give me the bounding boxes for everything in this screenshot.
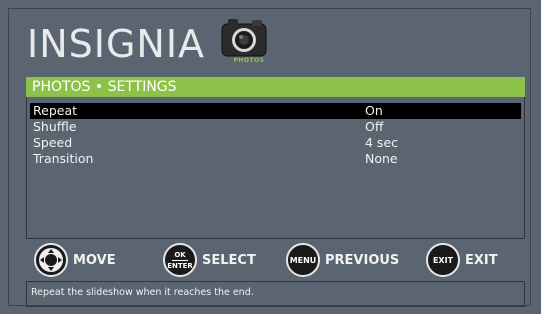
setting-label: Shuffle <box>33 119 77 134</box>
ok-enter-icon: OK ENTER <box>163 243 197 277</box>
setting-row-shuffle[interactable]: Shuffle Off <box>30 119 521 135</box>
setting-label: Repeat <box>33 103 78 118</box>
setting-label: Transition <box>33 151 94 166</box>
setting-row-speed[interactable]: Speed 4 sec <box>30 135 521 151</box>
dpad-icon <box>34 243 68 277</box>
camera-icon <box>220 14 280 74</box>
tv-menu-screen: INSIGNIA PHOTOS PHOTOS • SETTINGS Repeat… <box>0 0 541 314</box>
help-description: Repeat the slideshow when it reaches the… <box>26 281 525 307</box>
help-label: PREVIOUS <box>325 252 400 268</box>
help-previous: MENU PREVIOUS <box>286 240 399 280</box>
ok-text: OK <box>174 250 186 259</box>
setting-value: On <box>365 103 383 118</box>
menu-button-icon: MENU <box>286 243 320 277</box>
setting-value: Off <box>365 119 384 134</box>
enter-text: ENTER <box>167 261 193 270</box>
help-label: MOVE <box>73 252 116 268</box>
insignia-logo: INSIGNIA <box>27 22 206 66</box>
help-exit: EXIT EXIT <box>426 240 498 280</box>
setting-row-repeat[interactable]: Repeat On <box>30 103 521 119</box>
menu-title: PHOTOS • SETTINGS <box>26 77 525 97</box>
source-label: PHOTOS <box>233 57 265 64</box>
setting-value: 4 sec <box>365 135 399 150</box>
help-move: MOVE <box>34 240 116 280</box>
setting-value: None <box>365 151 398 166</box>
settings-list: Repeat On Shuffle Off Speed 4 sec Transi… <box>26 97 525 239</box>
button-help-bar: MOVE OK ENTER SELECT MENU PREVIOUS EXIT … <box>26 240 525 280</box>
help-label: SELECT <box>202 252 256 268</box>
help-select: OK ENTER SELECT <box>163 240 256 280</box>
setting-label: Speed <box>33 135 73 150</box>
help-label: EXIT <box>465 252 498 268</box>
exit-button-icon: EXIT <box>426 243 460 277</box>
setting-row-transition[interactable]: Transition None <box>30 151 521 167</box>
